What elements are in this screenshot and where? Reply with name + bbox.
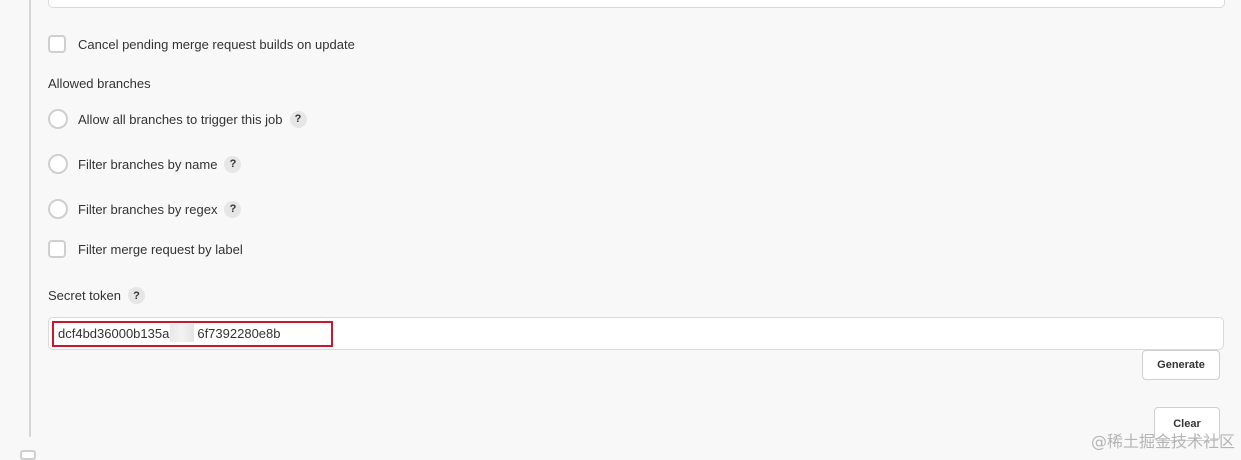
help-icon[interactable]: ? bbox=[224, 155, 242, 173]
generate-button[interactable]: Generate bbox=[1142, 350, 1220, 380]
allowed-branches-heading: Allowed branches bbox=[48, 76, 151, 91]
cancel-pending-checkbox[interactable] bbox=[48, 35, 66, 53]
previous-input-field[interactable] bbox=[48, 0, 1225, 8]
filter-by-label-label: Filter merge request by label bbox=[78, 241, 243, 257]
filter-by-regex-radio[interactable] bbox=[48, 199, 68, 219]
watermark: @稀土掘金技术社区 bbox=[1090, 432, 1235, 451]
next-checkbox[interactable] bbox=[20, 450, 36, 460]
filter-by-label-checkbox[interactable] bbox=[48, 240, 66, 258]
filter-by-name-option[interactable]: Filter branches by name ? bbox=[48, 154, 242, 174]
secret-token-label: Secret token bbox=[48, 288, 121, 303]
allow-all-branches-option[interactable]: Allow all branches to trigger this job ? bbox=[48, 109, 307, 129]
cancel-pending-label: Cancel pending merge request builds on u… bbox=[78, 36, 355, 52]
filter-by-regex-label: Filter branches by regex bbox=[78, 201, 218, 217]
filter-by-name-radio[interactable] bbox=[48, 154, 68, 174]
token-highlight-box bbox=[52, 321, 333, 347]
filter-by-name-label: Filter branches by name bbox=[78, 156, 218, 172]
allow-all-branches-radio[interactable] bbox=[48, 109, 68, 129]
secret-token-header: Secret token ? bbox=[48, 287, 145, 304]
cancel-pending-row[interactable]: Cancel pending merge request builds on u… bbox=[48, 35, 355, 53]
help-icon[interactable]: ? bbox=[224, 200, 242, 218]
help-icon[interactable]: ? bbox=[128, 287, 145, 304]
filter-by-label-row[interactable]: Filter merge request by label bbox=[48, 240, 243, 258]
left-border-rule bbox=[29, 0, 31, 437]
filter-by-regex-option[interactable]: Filter branches by regex ? bbox=[48, 199, 242, 219]
help-icon[interactable]: ? bbox=[289, 110, 307, 128]
allow-all-branches-label: Allow all branches to trigger this job bbox=[78, 111, 283, 127]
